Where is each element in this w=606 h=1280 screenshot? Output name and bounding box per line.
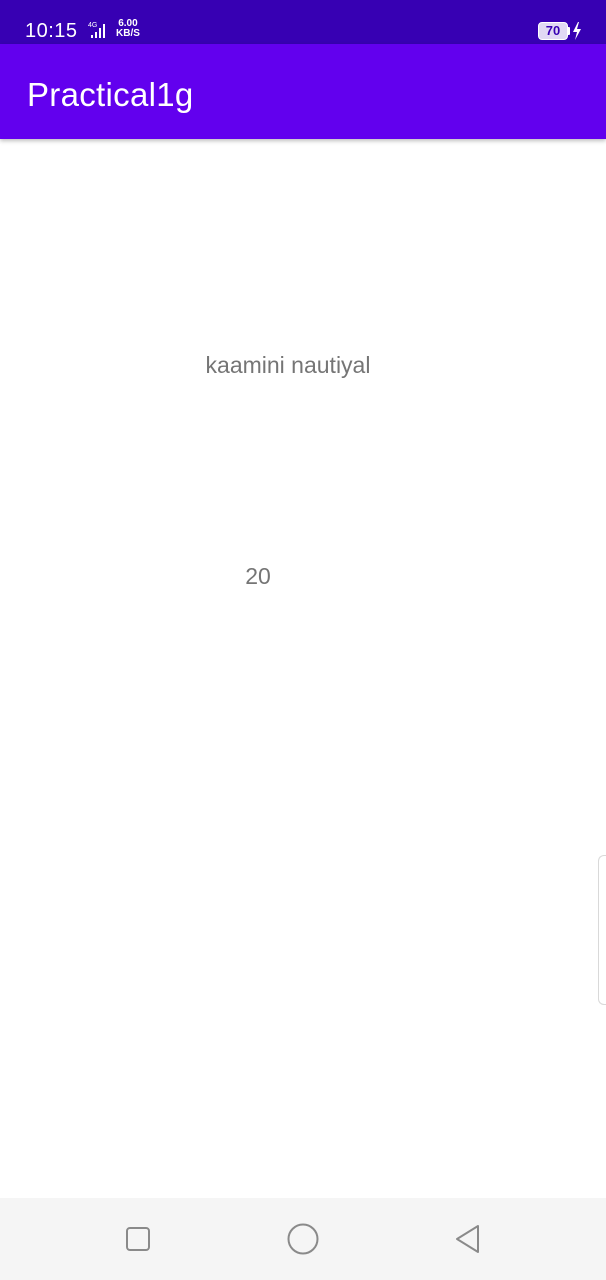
network-type-label: 4G — [88, 22, 97, 29]
recents-icon[interactable] — [119, 1220, 157, 1258]
charging-bolt-icon — [573, 22, 581, 40]
signal-icon: 4G — [88, 22, 105, 38]
app-title: Practical1g — [27, 76, 194, 113]
battery-icon: 70 — [538, 22, 568, 40]
edge-panel-handle[interactable] — [598, 855, 606, 1005]
navigation-bar — [0, 1198, 606, 1280]
app-bar: Practical1g — [0, 44, 606, 139]
status-bar: 10:15 4G 6.00 KB/S 70 — [0, 0, 606, 44]
battery-level: 70 — [545, 23, 561, 38]
back-icon[interactable] — [450, 1220, 488, 1258]
battery-tip — [568, 27, 570, 35]
network-speed: 6.00 KB/S — [116, 19, 140, 39]
name-text: kaamini nautiyal — [205, 352, 371, 378]
home-icon[interactable] — [284, 1220, 322, 1258]
value-text: 20 — [245, 563, 271, 589]
speed-unit: KB/S — [116, 28, 140, 39]
status-time: 10:15 — [25, 20, 78, 42]
